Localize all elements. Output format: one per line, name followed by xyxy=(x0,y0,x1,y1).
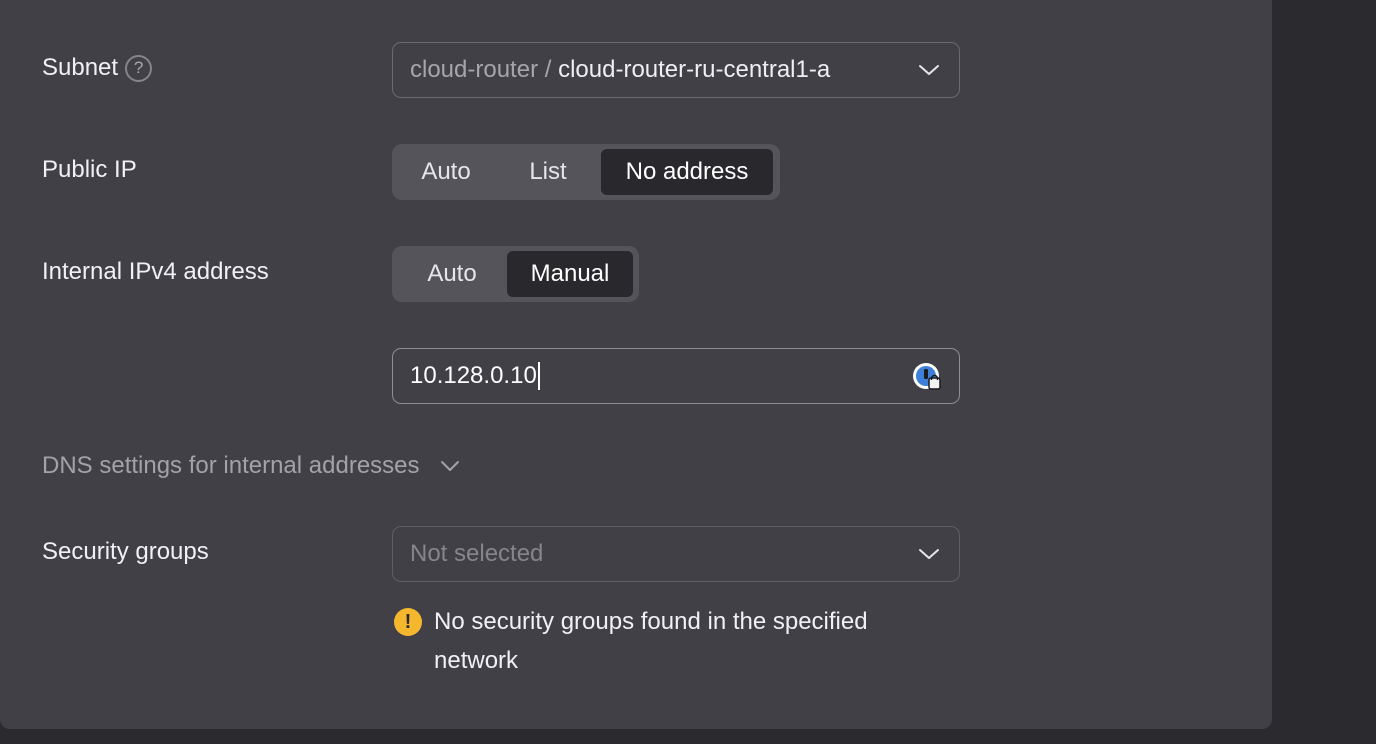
chevron-down-icon xyxy=(440,461,459,471)
internal-ipv4-input[interactable]: 10.128.0.10 xyxy=(392,348,960,404)
internal-ipv4-segmented-control: Auto Manual xyxy=(392,246,639,302)
warning-circle-icon: ! xyxy=(394,608,422,636)
internal-ipv4-label: Internal IPv4 address xyxy=(42,258,269,285)
question-circle-icon[interactable]: ? xyxy=(125,54,153,82)
subnet-label-row: Subnet? xyxy=(42,54,153,82)
internal-ipv4-option-manual[interactable]: Manual xyxy=(507,251,633,297)
dns-settings-label: DNS settings for internal addresses xyxy=(42,452,420,479)
chevron-down-icon[interactable] xyxy=(917,547,941,561)
security-groups-select[interactable]: Not selected xyxy=(392,526,960,582)
warning-message: No security groups found in the specifie… xyxy=(434,608,868,674)
public-ip-option-no-address[interactable]: No address xyxy=(601,149,773,195)
dns-settings-toggle[interactable]: DNS settings for internal addresses xyxy=(42,452,460,480)
security-groups-label: Security groups xyxy=(42,538,209,565)
public-ip-label: Public IP xyxy=(42,156,137,183)
internal-ipv4-value: 10.128.0.10 xyxy=(410,362,537,389)
subnet-value: cloud-router-ru-central1-a xyxy=(558,56,831,83)
password-manager-icon[interactable] xyxy=(911,361,943,393)
subnet-select[interactable]: cloud-router / cloud-router-ru-central1-… xyxy=(392,42,960,98)
public-ip-option-auto[interactable]: Auto xyxy=(397,149,495,195)
security-groups-warning: ! No security groups found in the specif… xyxy=(394,606,954,680)
subnet-network-name: cloud-router xyxy=(410,56,539,83)
public-ip-segmented-control: Auto List No address xyxy=(392,144,780,200)
subnet-label: Subnet xyxy=(42,54,119,81)
security-groups-placeholder: Not selected xyxy=(410,540,544,567)
chevron-down-icon[interactable] xyxy=(917,63,941,77)
text-caret xyxy=(537,362,540,390)
public-ip-option-list[interactable]: List xyxy=(495,149,601,195)
subnet-separator: / xyxy=(538,56,559,83)
internal-ipv4-option-auto[interactable]: Auto xyxy=(397,251,507,297)
